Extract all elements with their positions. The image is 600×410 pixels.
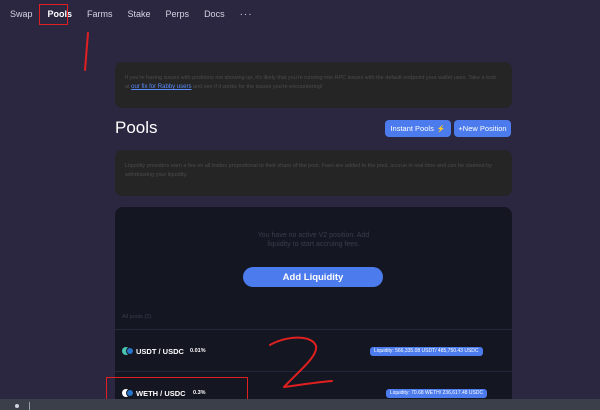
liquidity-info-card: Liquidity providers earn a fee on all tr…: [115, 150, 512, 196]
banner-text-after: and see if it works for the issues you'r…: [193, 84, 323, 90]
taskbar-dot-icon: [15, 404, 19, 408]
annotation-mark-1: [84, 32, 89, 71]
nav-farms[interactable]: Farms: [87, 9, 113, 19]
nav-stake[interactable]: Stake: [128, 9, 151, 19]
nav-docs[interactable]: Docs: [204, 9, 225, 19]
taskbar-separator: [29, 402, 30, 410]
divider: [115, 329, 512, 330]
empty-line-2: liquidity to start accruing fees.: [267, 241, 360, 248]
pool-fee: 0.01%: [190, 348, 206, 354]
liquidity-badge: Liquidity: 70.68 WETH/ 236,617.48 USDC: [386, 388, 488, 398]
instant-pools-label: Instant Pools: [390, 124, 434, 133]
more-menu-icon[interactable]: ···: [240, 9, 253, 20]
all-pools-header: All pools (2): [122, 314, 152, 320]
bottom-taskbar: [0, 399, 600, 410]
nav-perps[interactable]: Perps: [166, 9, 190, 19]
rabby-fix-link[interactable]: our fix for Rabby users: [131, 84, 191, 90]
pool-row-usdt-usdc[interactable]: USDT / USDC 0.01% Liquidity: 566,335.08 …: [115, 341, 512, 361]
empty-line-1: You have no active V2 position. Add: [257, 232, 370, 239]
token-pair-icon: [122, 347, 134, 355]
positions-card: You have no active V2 position. Add liqu…: [115, 207, 512, 410]
liquidity-badge: Liquidity: 566,335.08 USDT/ 485,750.43 U…: [370, 346, 483, 356]
usdc-token-icon: [126, 389, 134, 397]
pool-fee: 0.3%: [193, 390, 206, 396]
liquidity-info-text: Liquidity providers earn a fee on all tr…: [125, 163, 492, 178]
add-liquidity-button[interactable]: Add Liquidity: [243, 267, 383, 287]
pool-name: USDT / USDC: [136, 346, 184, 356]
pool-name: WETH / USDC: [136, 388, 186, 398]
empty-positions-message: You have no active V2 position. Add liqu…: [115, 231, 512, 249]
page-title: Pools: [115, 118, 158, 137]
token-pair-icon: [122, 389, 134, 397]
top-nav: Swap Pools Farms Stake Perps Docs ···: [0, 0, 600, 28]
lightning-bolt-icon: ⚡: [436, 125, 446, 133]
instant-pools-button[interactable]: Instant Pools ⚡: [385, 120, 451, 137]
nav-pools[interactable]: Pools: [48, 9, 73, 19]
rpc-notice-banner: If you're having issues with positions n…: [115, 62, 512, 108]
new-position-button[interactable]: +New Position: [454, 120, 511, 137]
usdc-token-icon: [126, 347, 134, 355]
nav-swap[interactable]: Swap: [10, 9, 33, 19]
divider: [115, 371, 512, 372]
